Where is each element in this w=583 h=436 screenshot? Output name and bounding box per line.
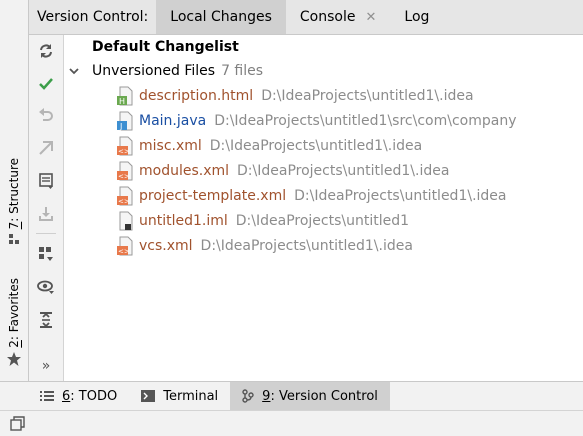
file-row-untitled1-iml[interactable]: untitled1.iml D:\IdeaProjects\untitled1 — [116, 209, 409, 233]
java-file-icon: J — [117, 111, 133, 131]
html-file-icon: H — [117, 86, 133, 106]
terminal-icon — [141, 390, 156, 402]
bottom-tool-bar: 6: TODO Terminal 9: Version Control — [0, 381, 583, 410]
unversioned-files-node[interactable]: Unversioned Files 7 files — [68, 59, 263, 83]
svg-text:<>: <> — [118, 198, 130, 206]
file-row-main-java[interactable]: J Main.java D:\IdeaProjects\untitled1\sr… — [116, 109, 516, 133]
tab-console[interactable]: Console ✕ — [286, 0, 390, 34]
svg-text:<>: <> — [118, 173, 130, 181]
toolbar-divider — [36, 233, 56, 234]
structure-icon — [9, 234, 19, 245]
file-row-modules-xml[interactable]: <> modules.xml D:\IdeaProjects\untitled1… — [116, 159, 449, 183]
close-icon[interactable]: ✕ — [365, 10, 376, 25]
xml-file-icon: <> — [117, 136, 133, 156]
svg-text:<>: <> — [118, 248, 130, 256]
file-row-description-html[interactable]: H description.html D:\IdeaProjects\untit… — [116, 84, 474, 108]
file-row-misc-xml[interactable]: <> misc.xml D:\IdeaProjects\untitled1\.i… — [116, 134, 422, 158]
rollback-icon[interactable] — [34, 105, 58, 127]
view-options-icon[interactable] — [34, 276, 58, 298]
tool-windows-toggle-icon[interactable] — [10, 416, 26, 432]
structure-label: 7: Structure — [7, 158, 21, 230]
tool-window-header: Version Control: Local Changes Console ✕ … — [29, 0, 583, 35]
svg-text:H: H — [119, 97, 125, 106]
xml-file-icon: <> — [117, 161, 133, 181]
commit-check-icon[interactable] — [34, 73, 58, 95]
todo-tool-button[interactable]: 6: TODO — [28, 382, 129, 410]
tab-log[interactable]: Log — [390, 0, 443, 34]
vcs-toolbar: » — [29, 35, 64, 381]
default-changelist-node[interactable]: Default Changelist — [92, 35, 239, 59]
todo-list-icon — [40, 390, 54, 402]
changelist-icon[interactable] — [34, 170, 58, 192]
xml-file-icon: <> — [117, 186, 133, 206]
svg-text:J: J — [119, 122, 122, 131]
favorites-tool-button[interactable]: 2: Favorites — [2, 278, 26, 366]
terminal-tool-button[interactable]: Terminal — [129, 382, 230, 410]
version-control-tool-button[interactable]: 9: Version Control — [230, 382, 390, 410]
left-tool-stripe: 7: Structure 2: Favorites — [0, 0, 29, 381]
group-by-icon[interactable] — [34, 243, 58, 265]
svg-text:<>: <> — [118, 148, 130, 156]
shelve-icon[interactable] — [34, 203, 58, 225]
xml-file-icon: <> — [117, 236, 133, 256]
expand-all-icon[interactable] — [34, 309, 58, 331]
tool-window-title: Version Control: — [37, 9, 149, 25]
tab-local-changes[interactable]: Local Changes — [156, 0, 286, 34]
file-row-vcs-xml[interactable]: <> vcs.xml D:\IdeaProjects\untitled1\.id… — [116, 234, 413, 258]
file-row-project-template-xml[interactable]: <> project-template.xml D:\IdeaProjects\… — [116, 184, 507, 208]
star-icon — [7, 351, 21, 366]
favorites-label: 2: Favorites — [7, 278, 21, 348]
version-control-icon — [242, 389, 254, 403]
changes-tree: Default Changelist Unversioned Files 7 f… — [64, 35, 583, 381]
iml-file-icon — [119, 211, 133, 231]
structure-tool-button[interactable]: 7: Structure — [2, 158, 26, 245]
chevron-down-icon[interactable] — [68, 65, 80, 77]
more-actions-icon[interactable]: » — [34, 355, 58, 377]
refresh-icon[interactable] — [34, 40, 58, 62]
merge-icon[interactable] — [34, 137, 58, 159]
status-bar — [0, 410, 583, 436]
